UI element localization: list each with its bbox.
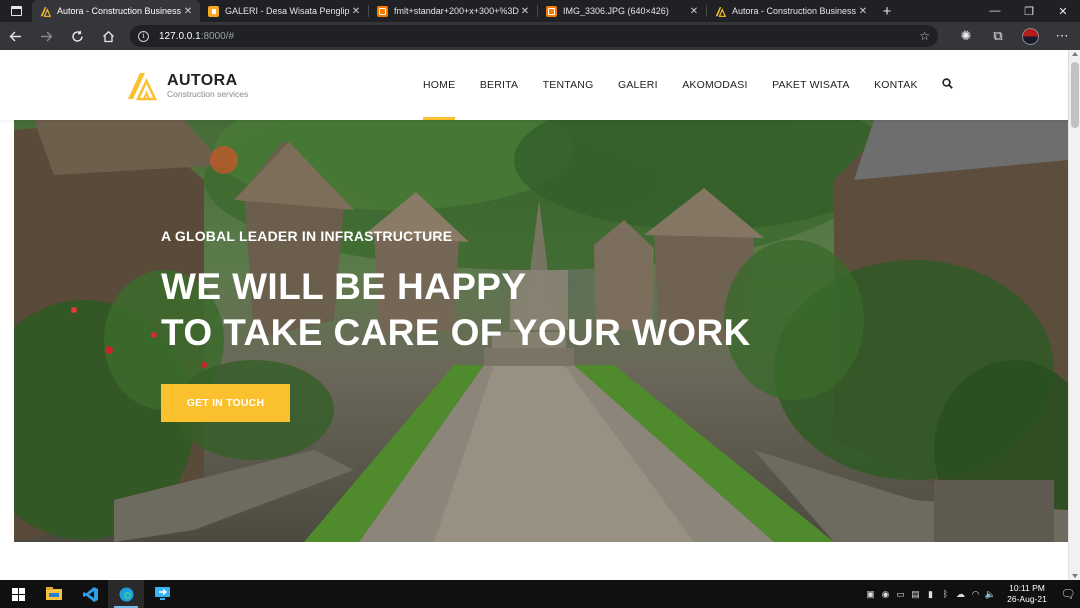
extension-gear-icon[interactable]: ✺ xyxy=(950,28,982,45)
url-host: 127.0.0.1 xyxy=(159,30,201,42)
window-icon xyxy=(10,6,22,16)
clock-date: 26-Aug-21 xyxy=(1007,594,1047,604)
taskbar-file-explorer[interactable] xyxy=(36,580,72,608)
menu-paket-wisata[interactable]: PAKET WISATA xyxy=(772,50,849,120)
tab-title: Autora - Construction Business I xyxy=(57,6,182,16)
brand-name: AUTORA xyxy=(167,72,238,89)
page-viewport: AUTORA Construction services HOME BERITA… xyxy=(0,50,1080,580)
site-logo[interactable]: AUTORA Construction services xyxy=(127,71,248,101)
tab-galeri[interactable]: GALERI - Desa Wisata Penglipura ✕ xyxy=(200,0,368,22)
clock-time: 10:11 PM xyxy=(1009,583,1045,593)
scroll-down-icon[interactable] xyxy=(1072,574,1078,578)
tab-title: fmlt+standar+200+x+300+%3D xyxy=(394,6,519,16)
tab-title: IMG_3306.JPG (640×426) xyxy=(563,6,669,16)
menu-home[interactable]: HOME xyxy=(423,50,456,120)
site-info-icon[interactable]: i xyxy=(138,30,149,42)
menu-berita[interactable]: BERITA xyxy=(480,50,518,120)
app-tray-icon[interactable]: ◉ xyxy=(878,580,893,608)
address-bar[interactable]: i 127.0.0.1:8000/# ☆ xyxy=(130,25,938,47)
scroll-up-icon[interactable] xyxy=(1072,52,1078,56)
hero-title-line: WE WILL BE HAPPY xyxy=(161,266,527,307)
start-button[interactable] xyxy=(0,580,36,608)
autora-logo-icon xyxy=(715,6,726,17)
menu-akomodasi[interactable]: AKOMODASI xyxy=(682,50,747,120)
autora-logo-icon xyxy=(128,73,157,101)
close-tab-icon[interactable]: ✕ xyxy=(519,6,531,17)
tab-autora-active[interactable]: Autora - Construction Business I ✕ xyxy=(32,0,200,22)
autora-logo-icon xyxy=(40,6,51,17)
main-menu: HOME BERITA TENTANG GALERI AKOMODASI PAK… xyxy=(423,50,954,120)
home-icon xyxy=(103,30,114,42)
get-in-touch-button[interactable]: GET IN TOUCH xyxy=(161,384,290,422)
taskbar-vscode[interactable] xyxy=(72,580,108,608)
vscode-icon xyxy=(82,586,98,602)
scrollbar-thumb[interactable] xyxy=(1071,62,1079,128)
tab-blogger-1[interactable]: fmlt+standar+200+x+300+%3D ✕ xyxy=(369,0,537,22)
page-scrollbar[interactable] xyxy=(1068,50,1080,580)
minimize-button[interactable]: — xyxy=(978,0,1012,22)
brand-tagline: Construction services xyxy=(167,89,249,99)
nvidia-icon[interactable]: ▣ xyxy=(863,580,878,608)
close-window-button[interactable]: ✕ xyxy=(1046,0,1080,22)
remote-desktop-icon xyxy=(154,587,170,600)
page-yellow-icon xyxy=(208,5,219,17)
new-tab-button[interactable]: + xyxy=(875,0,899,22)
volume-icon[interactable]: 🔈 xyxy=(983,580,998,608)
browser-toolbar: i 127.0.0.1:8000/# ☆ ✺ ⧉ ⋯ xyxy=(0,22,1080,50)
back-button[interactable] xyxy=(0,22,31,50)
edge-icon xyxy=(119,587,133,601)
avatar xyxy=(1021,27,1039,45)
bluetooth-icon[interactable]: ᛒ xyxy=(938,580,953,608)
tab-title: Autora - Construction Business I xyxy=(732,6,857,16)
extensions-puzzle-icon[interactable]: ⧉ xyxy=(982,28,1014,45)
menu-galeri[interactable]: GALERI xyxy=(618,50,658,120)
windows-taskbar: ▣ ◉ ▭ ▤ ▮ ᛒ ☁ ◠ 🔈 10:11 PM 26-Aug-21 🗨 xyxy=(0,580,1080,608)
profile-avatar[interactable] xyxy=(1014,27,1046,45)
wifi-icon[interactable]: ◠ xyxy=(968,580,983,608)
notification-icon[interactable]: 🗨 xyxy=(1056,587,1080,601)
remote-tray-icon[interactable]: ▤ xyxy=(908,580,923,608)
close-tab-icon[interactable]: ✕ xyxy=(350,6,362,17)
home-button[interactable] xyxy=(93,22,124,50)
blogger-icon xyxy=(377,5,388,17)
windows-logo-icon xyxy=(11,587,25,601)
forward-arrow-icon xyxy=(41,31,53,41)
battery-icon[interactable]: ▮ xyxy=(923,580,938,608)
search-icon[interactable] xyxy=(942,78,954,92)
window-menu-button[interactable] xyxy=(0,0,32,22)
tab-autora-2[interactable]: Autora - Construction Business I ✕ xyxy=(707,0,875,22)
reload-button[interactable] xyxy=(62,22,93,50)
forward-button[interactable] xyxy=(31,22,62,50)
close-tab-icon[interactable]: ✕ xyxy=(688,6,700,17)
site-header: AUTORA Construction services HOME BERITA… xyxy=(0,50,1068,120)
taskbar-remote-desktop[interactable] xyxy=(144,580,180,608)
url-path: :8000/# xyxy=(200,30,235,42)
file-explorer-icon xyxy=(46,587,62,600)
reload-icon xyxy=(72,30,83,42)
taskbar-clock[interactable]: 10:11 PM 26-Aug-21 xyxy=(1002,583,1052,605)
monitor-tray-icon[interactable]: ▭ xyxy=(893,580,908,608)
browser-tab-bar: Autora - Construction Business I ✕ GALER… xyxy=(0,0,1080,22)
hero-kicker: A GLOBAL LEADER IN INFRASTRUCTURE xyxy=(161,228,453,244)
more-menu-icon[interactable]: ⋯ xyxy=(1046,28,1078,45)
restore-button[interactable]: ❐ xyxy=(1012,0,1046,22)
hero-title: WE WILL BE HAPPY TO TAKE CARE OF YOUR WO… xyxy=(161,264,751,356)
close-tab-icon[interactable]: ✕ xyxy=(182,6,194,17)
tab-title: GALERI - Desa Wisata Penglipura xyxy=(225,6,350,16)
blogger-icon xyxy=(546,5,557,17)
cloud-icon[interactable]: ☁ xyxy=(953,580,968,608)
menu-kontak[interactable]: KONTAK xyxy=(874,50,918,120)
tab-blogger-2[interactable]: IMG_3306.JPG (640×426) ✕ xyxy=(538,0,706,22)
hero-slider: A GLOBAL LEADER IN INFRASTRUCTURE WE WIL… xyxy=(14,120,1068,542)
hero-title-line: TO TAKE CARE OF YOUR WORK xyxy=(161,312,751,353)
taskbar-edge[interactable] xyxy=(108,580,144,608)
system-tray: ▣ ◉ ▭ ▤ ▮ ᛒ ☁ ◠ 🔈 10:11 PM 26-Aug-21 🗨 xyxy=(863,580,1080,608)
menu-tentang[interactable]: TENTANG xyxy=(543,50,594,120)
back-arrow-icon xyxy=(9,31,21,41)
favorite-star-icon[interactable]: ☆ xyxy=(919,29,930,43)
close-tab-icon[interactable]: ✕ xyxy=(857,6,869,17)
